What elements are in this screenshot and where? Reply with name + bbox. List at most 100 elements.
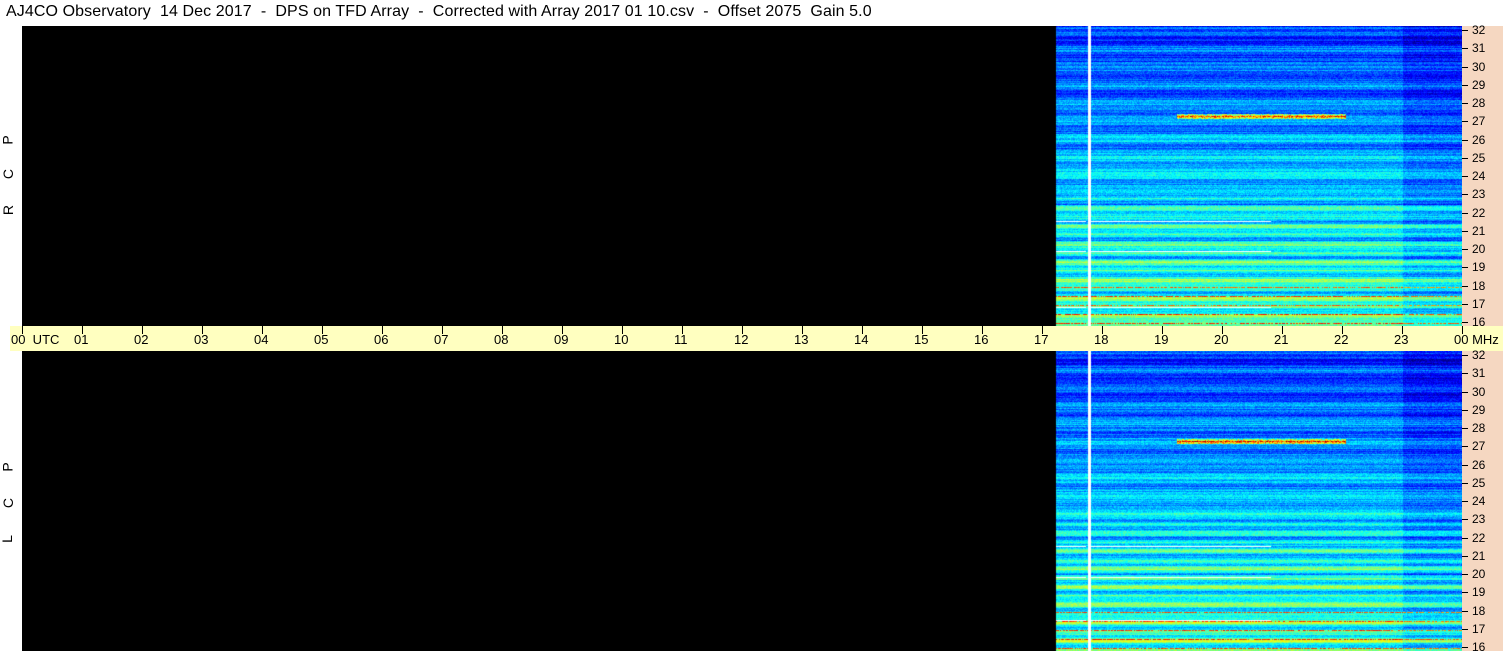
lcp-frequency-axis: 32 31 30 29 28 27 26 25 24 23 22 21 20 19 18 17 16 [1462, 348, 1503, 654]
time-label: 08 [494, 332, 509, 347]
freq-tick [1462, 391, 1468, 393]
freq-label: 24 [1472, 169, 1486, 183]
freq-label: 27 [1472, 114, 1486, 129]
freq-tick [1462, 464, 1468, 466]
freq-label: 26 [1472, 457, 1486, 472]
freq-label: 18 [1472, 603, 1486, 618]
rcp-label-column: P C R [0, 26, 22, 326]
time-label: 03 [194, 332, 209, 347]
freq-label: 20 [1472, 567, 1486, 581]
time-label: 02 [134, 332, 149, 347]
freq-tick [1462, 121, 1468, 123]
time-label: 21 [1274, 332, 1289, 347]
freq-label: 22 [1472, 205, 1486, 220]
freq-tick [1462, 519, 1468, 521]
time-label: 10 [614, 332, 629, 347]
freq-tick [1462, 303, 1468, 305]
freq-tick [1462, 176, 1468, 177]
freq-tick [1462, 66, 1468, 68]
freq-tick [1462, 409, 1468, 411]
time-label: 05 [314, 332, 329, 347]
freq-label: 21 [1472, 223, 1486, 238]
freq-tick [1462, 267, 1468, 269]
lcp-letter-c: C [0, 497, 17, 509]
freq-tick [1462, 446, 1468, 448]
time-label: 20 [1214, 332, 1229, 347]
freq-label: 23 [1472, 187, 1486, 202]
freq-label: 32 [1472, 348, 1486, 362]
freq-label: 29 [1472, 402, 1486, 417]
time-label: 19 [1154, 332, 1169, 347]
time-label: 14 [854, 332, 869, 347]
freq-label: 30 [1472, 59, 1486, 74]
rcp-spectrogram-panel[interactable] [22, 26, 1462, 326]
freq-tick [1462, 48, 1468, 50]
freq-label: 29 [1472, 77, 1486, 92]
freq-label: 17 [1472, 296, 1486, 311]
time-label: 17 [1034, 332, 1049, 347]
freq-tick [1462, 482, 1468, 484]
lcp-letter-p: P [0, 462, 16, 472]
freq-label: 18 [1472, 278, 1486, 293]
freq-tick [1462, 501, 1468, 502]
lcp-spectrogram-panel[interactable] [22, 351, 1462, 651]
freq-tick [1462, 373, 1468, 375]
freq-tick [1462, 84, 1468, 86]
time-label: 16 [974, 332, 989, 347]
freq-label: 17 [1472, 621, 1486, 636]
time-label: 00 MHz [1454, 332, 1499, 347]
freq-label: 28 [1472, 96, 1486, 110]
freq-tick [1462, 322, 1468, 323]
time-label: 12 [734, 332, 749, 347]
freq-label: 19 [1472, 260, 1486, 275]
time-label: 13 [794, 332, 809, 347]
freq-label: 19 [1472, 585, 1486, 600]
time-label: 11 [674, 332, 688, 347]
time-label: 01 [74, 332, 89, 347]
freq-tick [1462, 537, 1468, 539]
freq-label: 25 [1472, 150, 1486, 165]
freq-label: 28 [1472, 421, 1486, 435]
freq-label: 27 [1472, 439, 1486, 454]
rcp-letter-p: P [0, 135, 16, 145]
rcp-frequency-axis: 32 31 30 29 28 27 26 25 24 23 22 21 20 19 18 17 16 [1462, 24, 1503, 328]
freq-tick [1462, 194, 1468, 196]
freq-label: 31 [1472, 41, 1486, 56]
rcp-letter-c: C [0, 168, 17, 180]
freq-label: 16 [1472, 640, 1486, 654]
time-label: 00 UTC [11, 332, 60, 347]
rcp-letter-r: R [0, 204, 17, 216]
freq-tick [1462, 628, 1468, 630]
time-label: 06 [374, 332, 389, 347]
time-label: 04 [254, 332, 269, 347]
freq-tick [1462, 212, 1468, 214]
time-label: 07 [434, 332, 449, 347]
freq-tick [1462, 249, 1468, 250]
freq-label: 25 [1472, 475, 1486, 490]
freq-label: 21 [1472, 548, 1486, 563]
freq-tick [1462, 103, 1468, 104]
freq-label: 24 [1472, 494, 1486, 508]
freq-tick [1462, 555, 1468, 557]
lcp-label-column: P C L [0, 351, 22, 651]
freq-label: 22 [1472, 530, 1486, 545]
freq-tick [1462, 647, 1468, 648]
time-label: 18 [1094, 332, 1109, 347]
freq-label: 30 [1472, 384, 1486, 399]
lcp-letter-l: L [0, 535, 15, 543]
lcp-spectrogram-canvas[interactable] [22, 351, 1462, 651]
time-label: 15 [914, 332, 929, 347]
utc-time-axis: 00 UTC 01 02 03 04 05 06 07 08 09 10 11 12 13 14 15 16 17… [10, 326, 1503, 351]
freq-label: 26 [1472, 132, 1486, 147]
freq-tick [1462, 139, 1468, 141]
rcp-spectrogram-canvas[interactable] [22, 26, 1462, 326]
freq-tick [1462, 157, 1468, 159]
time-label: 23 [1394, 332, 1409, 347]
freq-tick [1462, 574, 1468, 575]
freq-tick [1462, 592, 1468, 594]
freq-label: 31 [1472, 366, 1486, 381]
freq-label: 23 [1472, 512, 1486, 527]
time-label: 22 [1334, 332, 1349, 347]
freq-tick [1462, 355, 1468, 356]
freq-tick [1462, 230, 1468, 232]
